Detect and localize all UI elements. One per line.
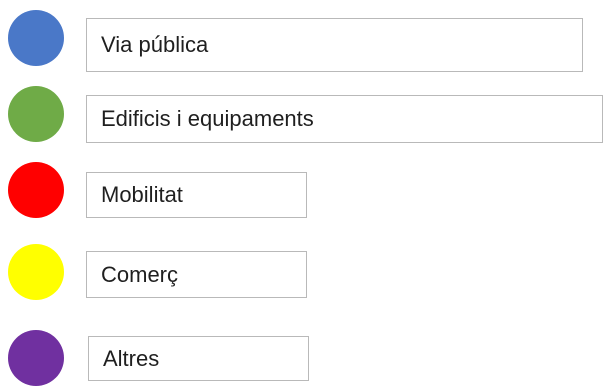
category-label-box-altres: Altres [88, 336, 309, 381]
category-label: Comerç [101, 261, 179, 287]
category-label: Edificis i equipaments [101, 106, 314, 131]
color-dot-mobilitat [8, 162, 64, 218]
category-label: Altres [103, 345, 160, 371]
category-label: Mobilitat [101, 182, 183, 207]
color-dot-edificis [8, 86, 64, 142]
category-label-box-via-publica: Via pública [86, 18, 583, 72]
color-dot-comerc [8, 244, 64, 300]
category-label-box-mobilitat: Mobilitat [86, 172, 307, 218]
color-dot-via-publica [8, 10, 64, 66]
category-label-box-edificis: Edificis i equipaments [86, 95, 603, 143]
category-label-box-comerc: Comerç [86, 251, 307, 298]
category-label: Via pública [101, 32, 209, 57]
color-dot-altres [8, 330, 64, 386]
